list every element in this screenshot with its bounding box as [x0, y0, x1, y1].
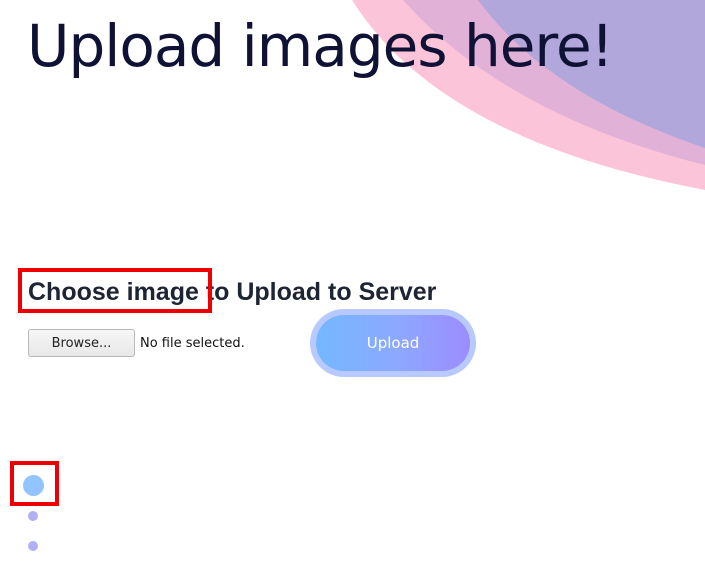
page-title: Upload images here! [27, 12, 614, 80]
file-input[interactable]: Browse... No file selected. [28, 329, 245, 357]
carousel-dot[interactable] [28, 511, 38, 521]
upload-button[interactable]: Upload [310, 309, 476, 377]
carousel-dot[interactable] [28, 541, 38, 551]
file-status-text: No file selected. [140, 335, 245, 351]
carousel-dot-active[interactable] [23, 475, 44, 496]
browse-button[interactable]: Browse... [28, 329, 135, 357]
upload-button-label[interactable]: Upload [316, 315, 470, 371]
upload-heading: Choose image to Upload to Server [28, 278, 437, 306]
